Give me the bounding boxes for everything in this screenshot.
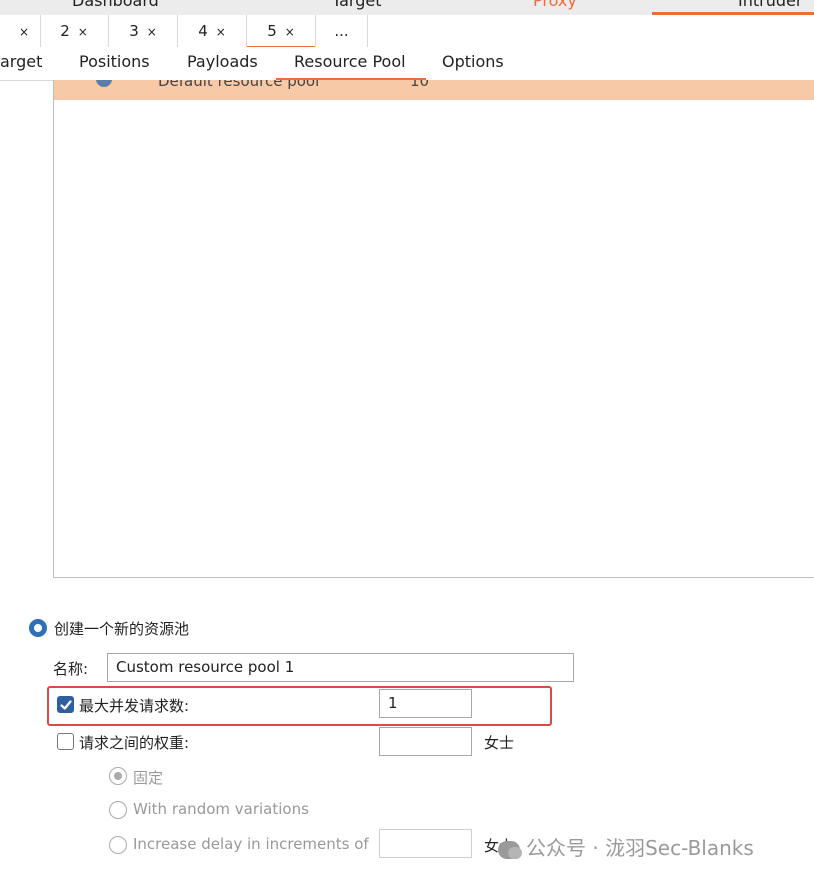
tab-resource-pool[interactable]: Resource Pool (276, 47, 426, 80)
delay-label: 请求之间的权重: (79, 734, 190, 752)
pool-max-concurrent-cell: 10 (410, 80, 430, 90)
table-row[interactable]: Default resource pool 10 (54, 80, 814, 100)
request-tab-5[interactable]: 5 × (247, 15, 316, 48)
request-tab-bar: × 2 × 3 × 4 × 5 × ... (0, 15, 814, 48)
fixed-label: 固定 (133, 769, 164, 787)
wechat-icon (498, 840, 522, 859)
request-tab-3[interactable]: 3 × (109, 15, 178, 47)
nav-dashboard[interactable]: Dashboard (72, 0, 159, 10)
name-label: 名称: (53, 660, 89, 678)
request-tab-2[interactable]: 2 × (40, 15, 109, 47)
tab-target[interactable]: arget (0, 47, 42, 79)
close-icon[interactable]: × (216, 25, 226, 39)
sub-tab-bar: arget Positions Payloads Resource Pool O… (0, 47, 814, 81)
close-icon[interactable]: × (147, 25, 157, 39)
increase-delay-label: Increase delay in increments of (133, 835, 369, 853)
max-concurrent-input[interactable]: 1 (379, 689, 472, 718)
pool-name-cell: Default resource pool (158, 80, 320, 90)
tab-options[interactable]: Options (442, 47, 504, 79)
delay-input[interactable] (379, 727, 472, 756)
check-icon (60, 700, 72, 710)
increase-delay-radio[interactable] (109, 836, 127, 854)
more-tabs-button[interactable]: ... (316, 15, 368, 47)
random-variations-label: With random variations (133, 800, 309, 818)
row-radio-icon[interactable] (96, 80, 112, 87)
fixed-radio[interactable] (109, 767, 127, 785)
watermark-text: 公众号 · 泷羽Sec-Blanks (526, 836, 754, 860)
delay-unit-label: 女士 (484, 734, 515, 752)
delay-checkbox[interactable] (57, 733, 74, 750)
watermark: 公众号 · 泷羽Sec-Blanks (498, 832, 754, 861)
create-new-pool-radio[interactable] (29, 619, 47, 637)
top-nav: Dashboard Target Proxy Intruder (0, 0, 814, 15)
tab-label: 2 (60, 22, 70, 40)
close-icon[interactable]: × (285, 25, 295, 39)
close-icon[interactable]: × (78, 25, 88, 39)
increase-delay-input[interactable] (379, 829, 472, 858)
random-variations-radio[interactable] (109, 801, 127, 819)
resource-pool-table: Default resource pool 10 (53, 80, 814, 578)
max-concurrent-checkbox[interactable] (57, 696, 74, 713)
pool-name-input[interactable]: Custom resource pool 1 (107, 653, 574, 682)
nav-proxy[interactable]: Proxy (533, 0, 577, 10)
nav-target[interactable]: Target (332, 0, 382, 10)
request-tab-1[interactable]: × (0, 15, 41, 47)
tab-label: 3 (129, 22, 139, 40)
request-tab-4[interactable]: 4 × (178, 15, 247, 47)
tab-label: 4 (198, 22, 208, 40)
max-concurrent-label: 最大并发请求数: (79, 697, 190, 715)
tab-positions[interactable]: Positions (79, 47, 150, 79)
more-tabs-label: ... (334, 22, 349, 40)
tab-label: 5 (267, 22, 277, 40)
nav-intruder[interactable]: Intruder (738, 0, 802, 10)
close-icon[interactable]: × (19, 25, 29, 39)
tab-payloads[interactable]: Payloads (187, 47, 258, 79)
create-new-pool-label: 创建一个新的资源池 (54, 620, 190, 638)
